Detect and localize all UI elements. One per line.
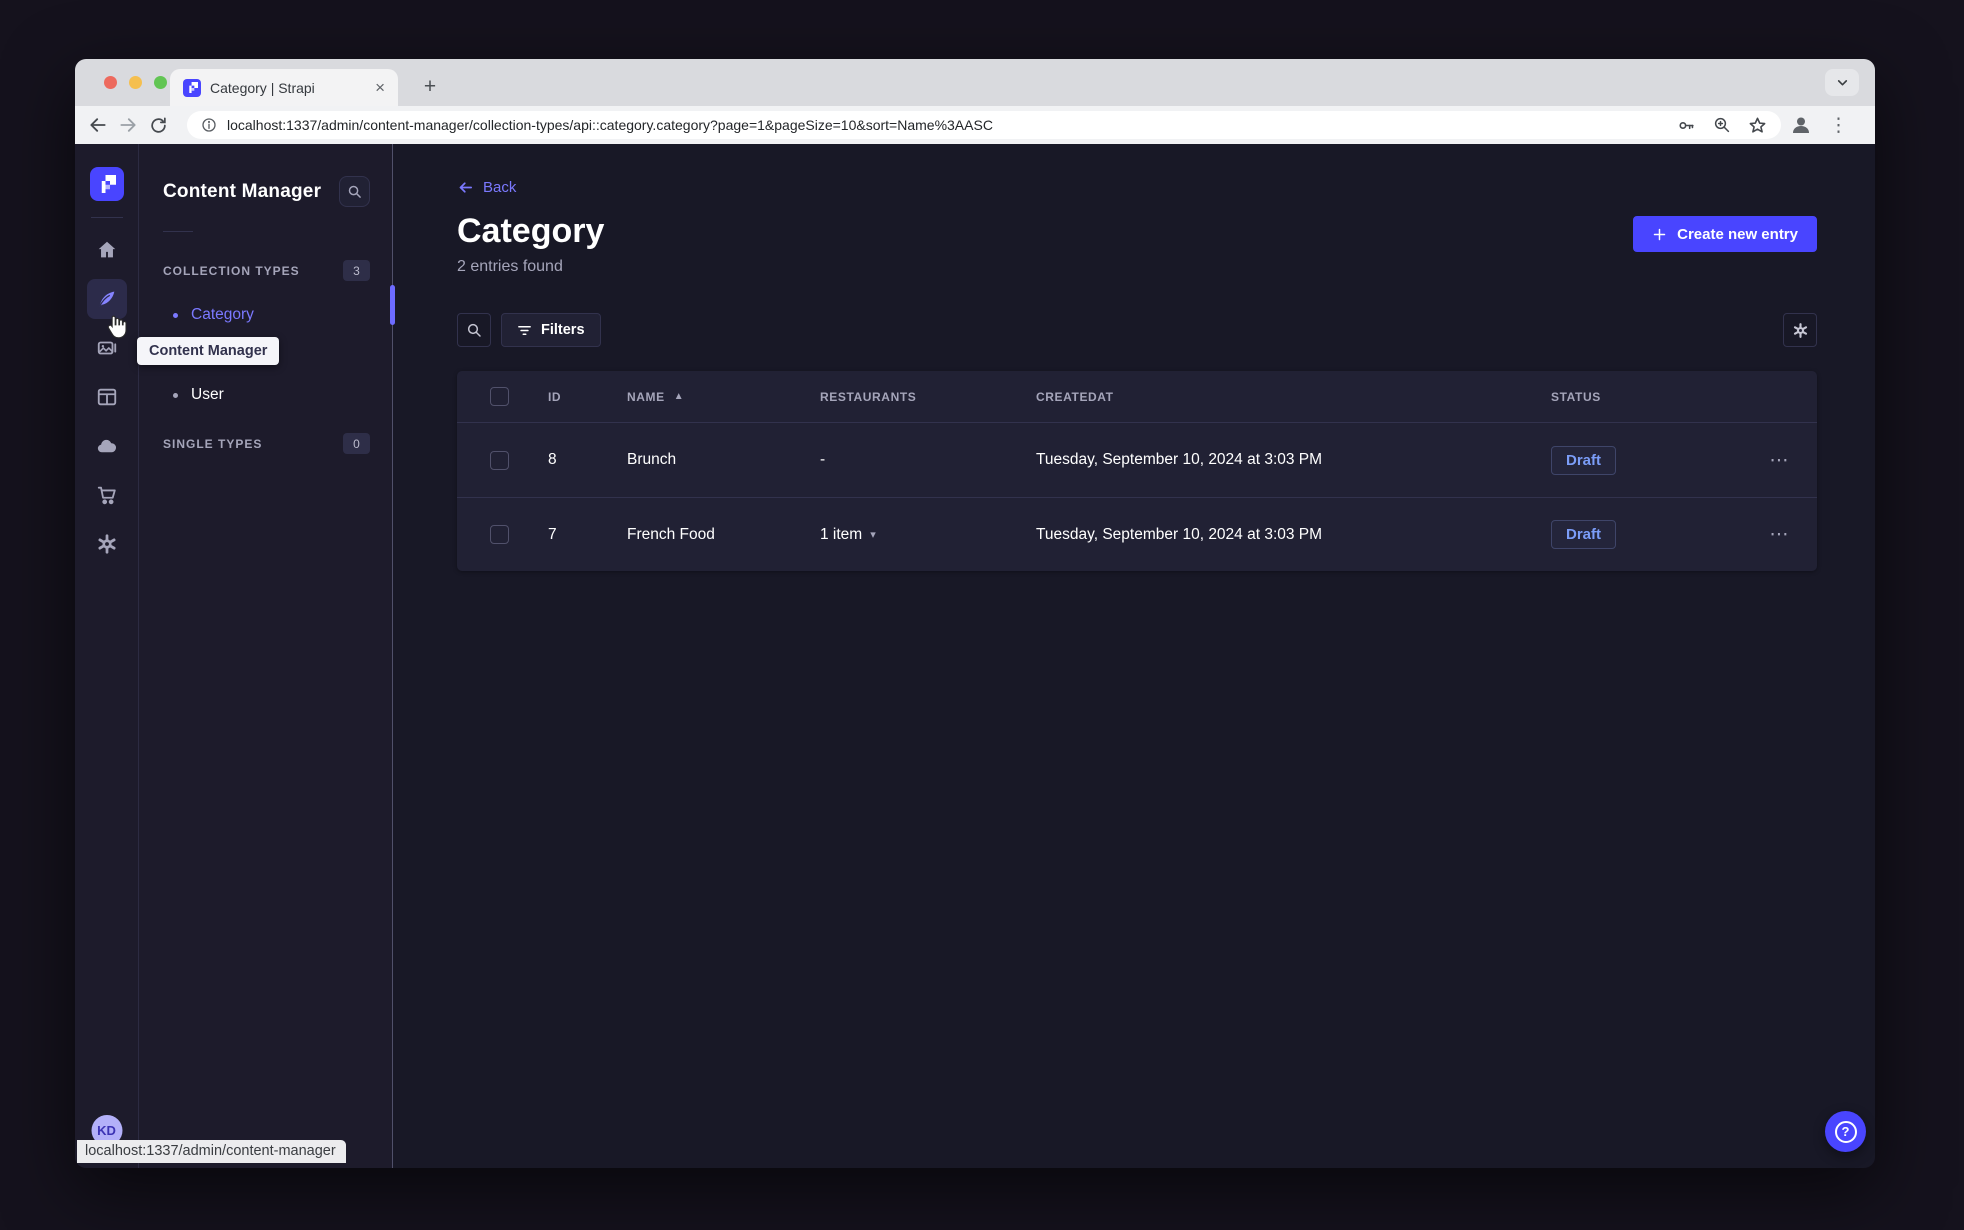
strapi-admin: KD Content Manager COLLECTION TYPES 3 Ca… <box>75 144 1875 1168</box>
single-types-header: SINGLE TYPES 0 <box>163 433 370 454</box>
back-link[interactable]: Back <box>457 179 516 196</box>
cell-restaurants[interactable]: 1 item ▾ <box>820 526 1036 544</box>
active-item-indicator <box>390 285 395 325</box>
new-tab-button[interactable]: + <box>415 72 445 102</box>
nav-rail: KD <box>75 144 139 1168</box>
content-manager-tooltip: Content Manager <box>137 337 280 365</box>
cell-name: Brunch <box>627 451 677 468</box>
expand-chevron-icon[interactable]: ▾ <box>870 528 876 541</box>
zoom-magnifier-icon[interactable] <box>1713 116 1731 134</box>
browser-window: Category | Strapi × + localhost:1337/adm… <box>75 59 1875 1168</box>
close-window-button[interactable] <box>104 76 117 89</box>
column-header-restaurants[interactable]: RESTAURANTS <box>820 390 1036 404</box>
tab-strip: Category | Strapi × + <box>75 59 1875 106</box>
main-content: Back Category 2 entries found Create new… <box>393 144 1875 1168</box>
create-new-entry-label: Create new entry <box>1677 225 1798 243</box>
single-types-label: SINGLE TYPES <box>163 436 263 451</box>
password-key-icon[interactable] <box>1677 116 1696 135</box>
address-bar[interactable]: localhost:1337/admin/content-manager/col… <box>187 111 1781 139</box>
row-checkbox[interactable] <box>490 525 509 544</box>
browser-tab[interactable]: Category | Strapi × <box>170 69 398 106</box>
cell-restaurants: - <box>820 451 826 468</box>
url-text[interactable]: localhost:1337/admin/content-manager/col… <box>227 117 1667 133</box>
rail-divider <box>90 217 123 218</box>
column-header-status[interactable]: STATUS <box>1551 390 1742 404</box>
minimize-window-button[interactable] <box>129 76 142 89</box>
column-header-name[interactable]: NAME ▲ <box>627 390 820 404</box>
sidebar-search-button[interactable] <box>339 176 370 207</box>
forward-nav-icon[interactable] <box>113 110 143 140</box>
entries-table: ID NAME ▲ RESTAURANTS CREATEDAT STATUS 8 <box>457 371 1817 571</box>
column-header-id[interactable]: ID <box>548 390 627 404</box>
search-button[interactable] <box>457 313 491 347</box>
cell-name: French Food <box>627 525 715 543</box>
collection-types-label: COLLECTION TYPES <box>163 263 300 278</box>
reload-icon[interactable] <box>143 110 173 140</box>
filters-label: Filters <box>541 322 585 338</box>
filters-button[interactable]: Filters <box>501 313 601 347</box>
back-arrow-icon <box>459 182 473 193</box>
status-badge: Draft <box>1551 520 1617 549</box>
sidebar-item-label: Category <box>191 306 254 323</box>
column-header-createdat[interactable]: CREATEDAT <box>1036 390 1551 404</box>
status-badge-cell: Draft <box>1551 445 1742 475</box>
sort-ascending-icon[interactable]: ▲ <box>674 391 685 402</box>
marketplace-cart-icon[interactable] <box>87 475 127 515</box>
settings-gear-icon[interactable] <box>87 524 127 564</box>
content-manager-sidebar: Content Manager COLLECTION TYPES 3 Categ… <box>139 144 395 1168</box>
site-info-icon[interactable] <box>201 117 217 133</box>
browser-status-bar: localhost:1337/admin/content-manager <box>77 1140 346 1163</box>
browser-toolbar: localhost:1337/admin/content-manager/col… <box>75 106 1875 144</box>
sidebar-item-label: User <box>191 386 224 403</box>
collection-types-header: COLLECTION TYPES 3 <box>163 260 370 281</box>
cell-createdat: Tuesday, September 10, 2024 at 3:03 PM <box>1036 451 1323 468</box>
table-settings-gear-icon[interactable] <box>1783 313 1817 347</box>
tab-title: Category | Strapi <box>210 79 315 96</box>
content-manager-icon[interactable] <box>86 279 127 319</box>
table-header-row: ID NAME ▲ RESTAURANTS CREATEDAT STATUS <box>457 371 1817 423</box>
bookmark-star-icon[interactable] <box>1748 116 1767 135</box>
filter-icon <box>518 325 531 335</box>
create-new-entry-button[interactable]: Create new entry <box>1633 216 1817 252</box>
strapi-favicon-icon <box>183 78 201 97</box>
question-mark-icon: ? <box>1834 1120 1857 1143</box>
strapi-logo[interactable] <box>89 167 124 201</box>
table-row[interactable]: 8 Brunch - Tuesday, September 10, 2024 a… <box>457 423 1817 497</box>
sidebar-divider <box>163 231 193 232</box>
page-title: Category <box>457 212 605 250</box>
maximize-window-button[interactable] <box>154 76 167 89</box>
status-badge-cell: Draft <box>1551 520 1742 549</box>
status-badge: Draft <box>1551 445 1617 475</box>
traffic-lights <box>104 76 167 89</box>
sidebar-item-user[interactable]: User <box>163 375 370 415</box>
single-types-count-badge: 0 <box>343 433 370 454</box>
bullet-icon <box>173 312 178 318</box>
tab-search-chevron-icon[interactable] <box>1825 69 1859 96</box>
entries-count: 2 entries found <box>457 258 563 275</box>
sidebar-title: Content Manager <box>163 180 322 202</box>
mouse-hand-cursor <box>105 314 131 340</box>
cloud-icon[interactable] <box>87 426 127 466</box>
select-all-checkbox[interactable] <box>490 387 509 406</box>
row-actions-menu[interactable]: ⋯ <box>1742 449 1817 472</box>
help-button[interactable]: ? <box>1825 1111 1866 1152</box>
home-icon[interactable] <box>87 230 127 270</box>
cell-id: 7 <box>548 525 557 543</box>
profile-avatar-icon[interactable] <box>1789 113 1813 137</box>
row-actions-menu[interactable]: ⋯ <box>1742 523 1817 546</box>
collection-types-count-badge: 3 <box>343 260 370 281</box>
bullet-icon <box>173 392 178 398</box>
plus-icon <box>1653 228 1666 240</box>
cell-id: 8 <box>548 451 557 468</box>
cell-createdat: Tuesday, September 10, 2024 at 3:03 PM <box>1036 525 1323 543</box>
table-row[interactable]: 7 French Food 1 item ▾ Tuesday, Septembe… <box>457 497 1817 571</box>
sidebar-item-category[interactable]: Category <box>163 295 370 335</box>
browser-menu-kebab-icon[interactable]: ⋮ <box>1825 114 1858 137</box>
tab-close-icon[interactable]: × <box>372 79 388 96</box>
content-type-builder-icon[interactable] <box>87 377 127 417</box>
row-checkbox[interactable] <box>490 450 509 470</box>
back-nav-icon[interactable] <box>83 110 113 140</box>
back-label: Back <box>483 179 517 196</box>
